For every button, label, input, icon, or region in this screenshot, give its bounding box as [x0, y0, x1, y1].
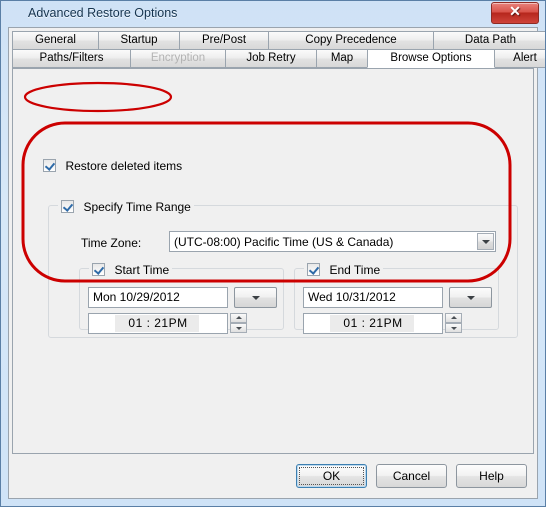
close-icon: ✕: [509, 5, 521, 20]
start-time-input[interactable]: 01 : 21PM: [88, 313, 228, 334]
title-bar: Advanced Restore Options ✕: [1, 1, 545, 27]
start-time-stepper[interactable]: [230, 313, 247, 334]
triangle-up-icon: [450, 316, 457, 319]
end-time-checkbox[interactable]: [307, 263, 320, 277]
dialog-footer: OK Cancel Help: [287, 464, 527, 488]
end-time-stepper[interactable]: [445, 313, 462, 334]
start-time-checkbox[interactable]: [92, 263, 105, 277]
tab-data-path[interactable]: Data Path: [433, 31, 545, 50]
tab-encryption: Encryption: [130, 49, 226, 68]
triangle-down-icon: [450, 327, 457, 330]
tab-label: Job Retry: [246, 52, 296, 64]
tab-strip: General Startup Pre/Post Copy Precedence Dat…: [12, 31, 545, 69]
tab-paths-filters[interactable]: Paths/Filters: [12, 49, 131, 68]
tab-label: General: [35, 34, 76, 46]
tab-copy-precedence[interactable]: Copy Precedence: [268, 31, 434, 50]
ok-button[interactable]: OK: [296, 464, 367, 488]
start-time-value: 01 : 21PM: [128, 316, 188, 330]
start-time-group: Start Time Mon 10/29/2012 01 : 21PM: [79, 261, 284, 334]
end-time-decrement-button[interactable]: [445, 323, 462, 333]
close-button[interactable]: ✕: [491, 2, 539, 24]
dialog-window: Advanced Restore Options ✕ General Startu…: [0, 0, 546, 507]
start-time-label: Start Time: [114, 262, 170, 277]
restore-deleted-items-checkbox[interactable]: [43, 159, 56, 173]
specify-time-range-checkbox[interactable]: [61, 200, 74, 214]
start-time-decrement-button[interactable]: [230, 323, 247, 333]
end-time-legend[interactable]: End Time: [304, 261, 384, 279]
tab-label: Browse Options: [390, 52, 472, 64]
end-time-increment-button[interactable]: [445, 313, 462, 323]
tab-alert[interactable]: Alert: [494, 49, 545, 68]
tab-pre-post[interactable]: Pre/Post: [179, 31, 269, 50]
end-time-value: 01 : 21PM: [343, 316, 403, 330]
specify-time-range-label: Specify Time Range: [83, 199, 191, 214]
tab-row-lower: Paths/Filters Encryption Job Retry Map Brows…: [12, 49, 545, 68]
tab-label: Alert: [513, 52, 537, 64]
cancel-button[interactable]: Cancel: [376, 464, 447, 488]
start-date-calendar-button[interactable]: [234, 287, 277, 308]
tab-job-retry[interactable]: Job Retry: [225, 49, 317, 68]
start-time-increment-button[interactable]: [230, 313, 247, 323]
specify-time-range-group: Specify Time Range Time Zone: (UTC-08:00…: [48, 198, 518, 338]
triangle-up-icon: [235, 316, 242, 319]
restore-deleted-items-row[interactable]: Restore deleted items: [43, 157, 182, 175]
window-title: Advanced Restore Options: [28, 6, 178, 20]
chevron-down-icon: [481, 239, 490, 244]
tab-label: Pre/Post: [201, 34, 247, 46]
specify-time-range-legend[interactable]: Specify Time Range: [58, 198, 194, 216]
end-date-input[interactable]: Wed 10/31/2012: [303, 287, 443, 308]
restore-deleted-items-label: Restore deleted items: [65, 158, 183, 173]
browse-options-panel: Restore deleted items Specify Time Range…: [12, 68, 534, 454]
end-time-group: End Time Wed 10/31/2012 01 : 21PM: [294, 261, 499, 334]
tab-map[interactable]: Map: [316, 49, 368, 68]
tab-label: Encryption: [150, 52, 206, 64]
help-button-label: Help: [479, 469, 504, 483]
tab-label: Data Path: [464, 34, 517, 46]
tab-startup[interactable]: Startup: [98, 31, 180, 50]
chevron-down-icon: [466, 295, 475, 300]
time-zone-value: (UTC-08:00) Pacific Time (US & Canada): [174, 235, 394, 249]
end-time-input[interactable]: 01 : 21PM: [303, 313, 443, 334]
chevron-down-icon: [251, 295, 260, 300]
focus-indicator: [299, 467, 364, 485]
help-button[interactable]: Help: [456, 464, 527, 488]
time-zone-select[interactable]: (UTC-08:00) Pacific Time (US & Canada): [169, 231, 496, 252]
tab-row-upper: General Startup Pre/Post Copy Precedence Dat…: [12, 31, 545, 50]
end-date-calendar-button[interactable]: [449, 287, 492, 308]
tab-label: Paths/Filters: [39, 52, 104, 64]
tab-label: Map: [330, 52, 354, 64]
tab-browse-options[interactable]: Browse Options: [367, 49, 495, 68]
triangle-down-icon: [235, 327, 242, 330]
end-time-label: End Time: [329, 262, 381, 277]
time-zone-dropdown-button[interactable]: [477, 233, 494, 250]
tab-label: Startup: [120, 34, 158, 46]
dialog-body: General Startup Pre/Post Copy Precedence Dat…: [8, 27, 545, 499]
tab-label: Copy Precedence: [305, 34, 397, 46]
time-zone-label: Time Zone:: [81, 236, 142, 250]
start-time-legend[interactable]: Start Time: [89, 261, 173, 279]
tab-general[interactable]: General: [12, 31, 99, 50]
cancel-button-label: Cancel: [392, 469, 431, 483]
start-date-input[interactable]: Mon 10/29/2012: [88, 287, 228, 308]
